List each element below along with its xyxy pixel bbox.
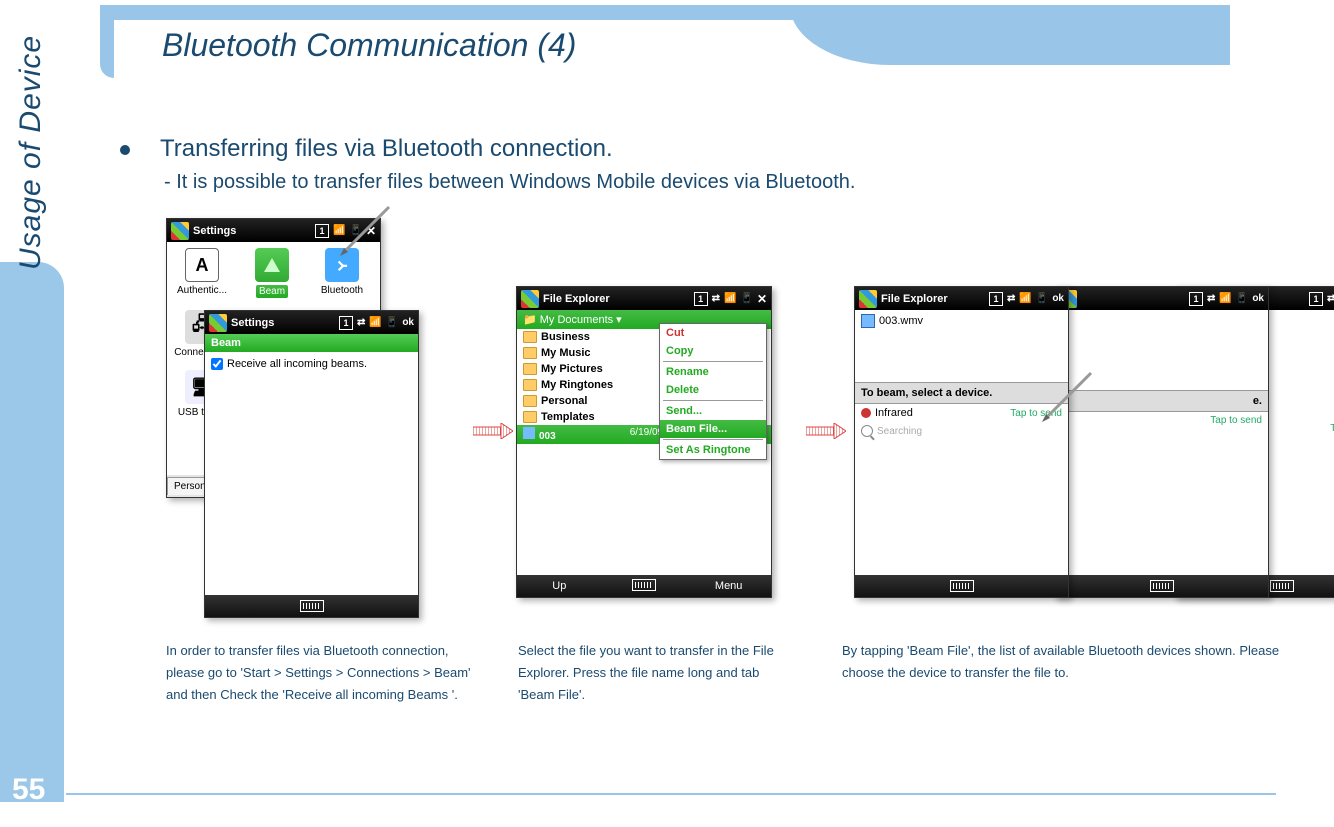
stylus-pointer bbox=[1036, 368, 1096, 428]
close-icon[interactable]: ✕ bbox=[757, 292, 767, 306]
page-title: Bluetooth Communication (4) bbox=[162, 27, 576, 64]
authentication-icon[interactable]: AAuthentic... bbox=[171, 248, 233, 298]
receive-beams-checkbox[interactable] bbox=[211, 358, 223, 370]
keyboard-icon[interactable] bbox=[602, 579, 687, 594]
ctx-copy[interactable]: Copy bbox=[660, 342, 766, 360]
status-icons: 1 ⇄ 📶 📱 ✕ bbox=[694, 292, 767, 306]
up-button[interactable]: Up bbox=[517, 580, 602, 592]
bullet-subtitle: - It is possible to transfer files betwe… bbox=[164, 171, 1280, 194]
screenshot-device-list: File Explorer 1 ⇄ 📶 📱 ok 003.wmv To beam… bbox=[854, 286, 1069, 598]
screenshot-device-list-back: 1⇄📶📱ok e. Tap to send bbox=[1054, 286, 1269, 598]
sync-icon: ⇄ bbox=[1007, 293, 1015, 304]
sync-icon: ⇄ bbox=[712, 293, 720, 304]
titlebar: File Explorer 1 ⇄ 📶 📱 ok bbox=[855, 287, 1068, 310]
ok-button[interactable]: ok bbox=[402, 317, 414, 328]
page-number: 55 bbox=[12, 773, 45, 807]
cell-icon: 📱 bbox=[740, 293, 752, 304]
receive-beams-row[interactable]: Receive all incoming beams. bbox=[205, 352, 418, 376]
screenshot-device-list-back2: 1⇄📶📱ok Tap to send bbox=[1174, 286, 1334, 598]
receive-beams-label: Receive all incoming beams. bbox=[227, 358, 367, 370]
beam-file-row: 003.wmv bbox=[855, 310, 1068, 332]
section-header: Beam bbox=[205, 334, 418, 352]
cell-icon: 📱 bbox=[386, 317, 398, 328]
window-title: File Explorer bbox=[543, 293, 694, 305]
sync-icon: ⇄ bbox=[357, 317, 365, 328]
bullet-icon bbox=[120, 145, 130, 155]
titlebar: Settings 1 ⇄ 📶 📱 ok bbox=[205, 311, 418, 334]
arrow-icon bbox=[473, 423, 513, 439]
ctx-send[interactable]: Send... bbox=[660, 402, 766, 420]
screenshots-row: Settings 1 📶 📱 ✕ AAuthentic... Beam ᚛Blu… bbox=[166, 218, 1286, 628]
window-title: File Explorer bbox=[881, 293, 989, 305]
sidebar: Usage of Device 55 bbox=[0, 0, 100, 827]
ctx-set-ringtone[interactable]: Set As Ringtone bbox=[660, 441, 766, 459]
infrared-icon bbox=[861, 408, 871, 418]
sidebar-accent bbox=[0, 262, 64, 802]
cell-icon: 📱 bbox=[1036, 293, 1048, 304]
beam-icon[interactable]: Beam bbox=[241, 248, 303, 298]
sim-icon: 1 bbox=[339, 316, 353, 330]
sim-icon: 1 bbox=[315, 224, 329, 238]
caption-3: By tapping 'Beam File', the list of avai… bbox=[842, 640, 1282, 706]
bottom-bar bbox=[855, 575, 1068, 597]
sidebar-label: Usage of Device bbox=[14, 35, 48, 270]
sim-icon: 1 bbox=[694, 292, 708, 306]
page-header: Bluetooth Communication (4) bbox=[100, 5, 1280, 83]
bottom-bar: Up Menu bbox=[517, 575, 771, 597]
window-title: Settings bbox=[193, 225, 315, 237]
window-title: Settings bbox=[231, 317, 339, 329]
sim-icon: 1 bbox=[989, 292, 1003, 306]
signal-icon: 📶 bbox=[724, 293, 736, 304]
ctx-rename[interactable]: Rename bbox=[660, 363, 766, 381]
start-icon[interactable] bbox=[209, 314, 227, 332]
caption-2: Select the file you want to transfer in … bbox=[518, 640, 798, 706]
start-icon[interactable] bbox=[521, 290, 539, 308]
start-icon[interactable] bbox=[171, 222, 189, 240]
context-menu: Cut Copy Rename Delete Send... Beam File… bbox=[659, 323, 767, 460]
screenshot-beam-settings: Settings 1 ⇄ 📶 📱 ok Beam Receive all inc… bbox=[204, 310, 419, 618]
signal-icon: 📶 bbox=[1019, 293, 1031, 304]
keyboard-icon[interactable] bbox=[300, 600, 324, 612]
ok-button[interactable]: ok bbox=[1052, 293, 1064, 304]
ctx-delete[interactable]: Delete bbox=[660, 381, 766, 399]
footer-divider bbox=[66, 793, 1276, 795]
titlebar: File Explorer 1 ⇄ 📶 📱 ✕ bbox=[517, 287, 771, 310]
header-swoosh bbox=[790, 5, 1230, 65]
bullet-row: Transferring files via Bluetooth connect… bbox=[120, 135, 1280, 163]
start-icon[interactable] bbox=[859, 290, 877, 308]
status-icons: 1 ⇄ 📶 📱 ok bbox=[339, 316, 414, 330]
arrow-icon bbox=[806, 423, 846, 439]
stylus-pointer bbox=[334, 202, 394, 262]
captions-row: In order to transfer files via Bluetooth… bbox=[166, 640, 1286, 706]
media-icon bbox=[861, 314, 875, 328]
ctx-cut[interactable]: Cut bbox=[660, 324, 766, 342]
bullet-title: Transferring files via Bluetooth connect… bbox=[160, 135, 613, 163]
content-area: Transferring files via Bluetooth connect… bbox=[120, 135, 1280, 194]
ctx-beam-file[interactable]: Beam File... bbox=[660, 420, 766, 438]
menu-button[interactable]: Menu bbox=[686, 580, 771, 592]
screenshot-file-explorer: File Explorer 1 ⇄ 📶 📱 ✕ 📁 My Documents ▾… bbox=[516, 286, 772, 598]
status-icons: 1 ⇄ 📶 📱 ok bbox=[989, 292, 1064, 306]
header-top-band bbox=[100, 5, 890, 20]
keyboard-icon[interactable] bbox=[950, 580, 974, 592]
search-icon bbox=[861, 425, 873, 437]
bottom-bar bbox=[205, 595, 418, 617]
caption-1: In order to transfer files via Bluetooth… bbox=[166, 640, 476, 706]
signal-icon: 📶 bbox=[369, 317, 381, 328]
